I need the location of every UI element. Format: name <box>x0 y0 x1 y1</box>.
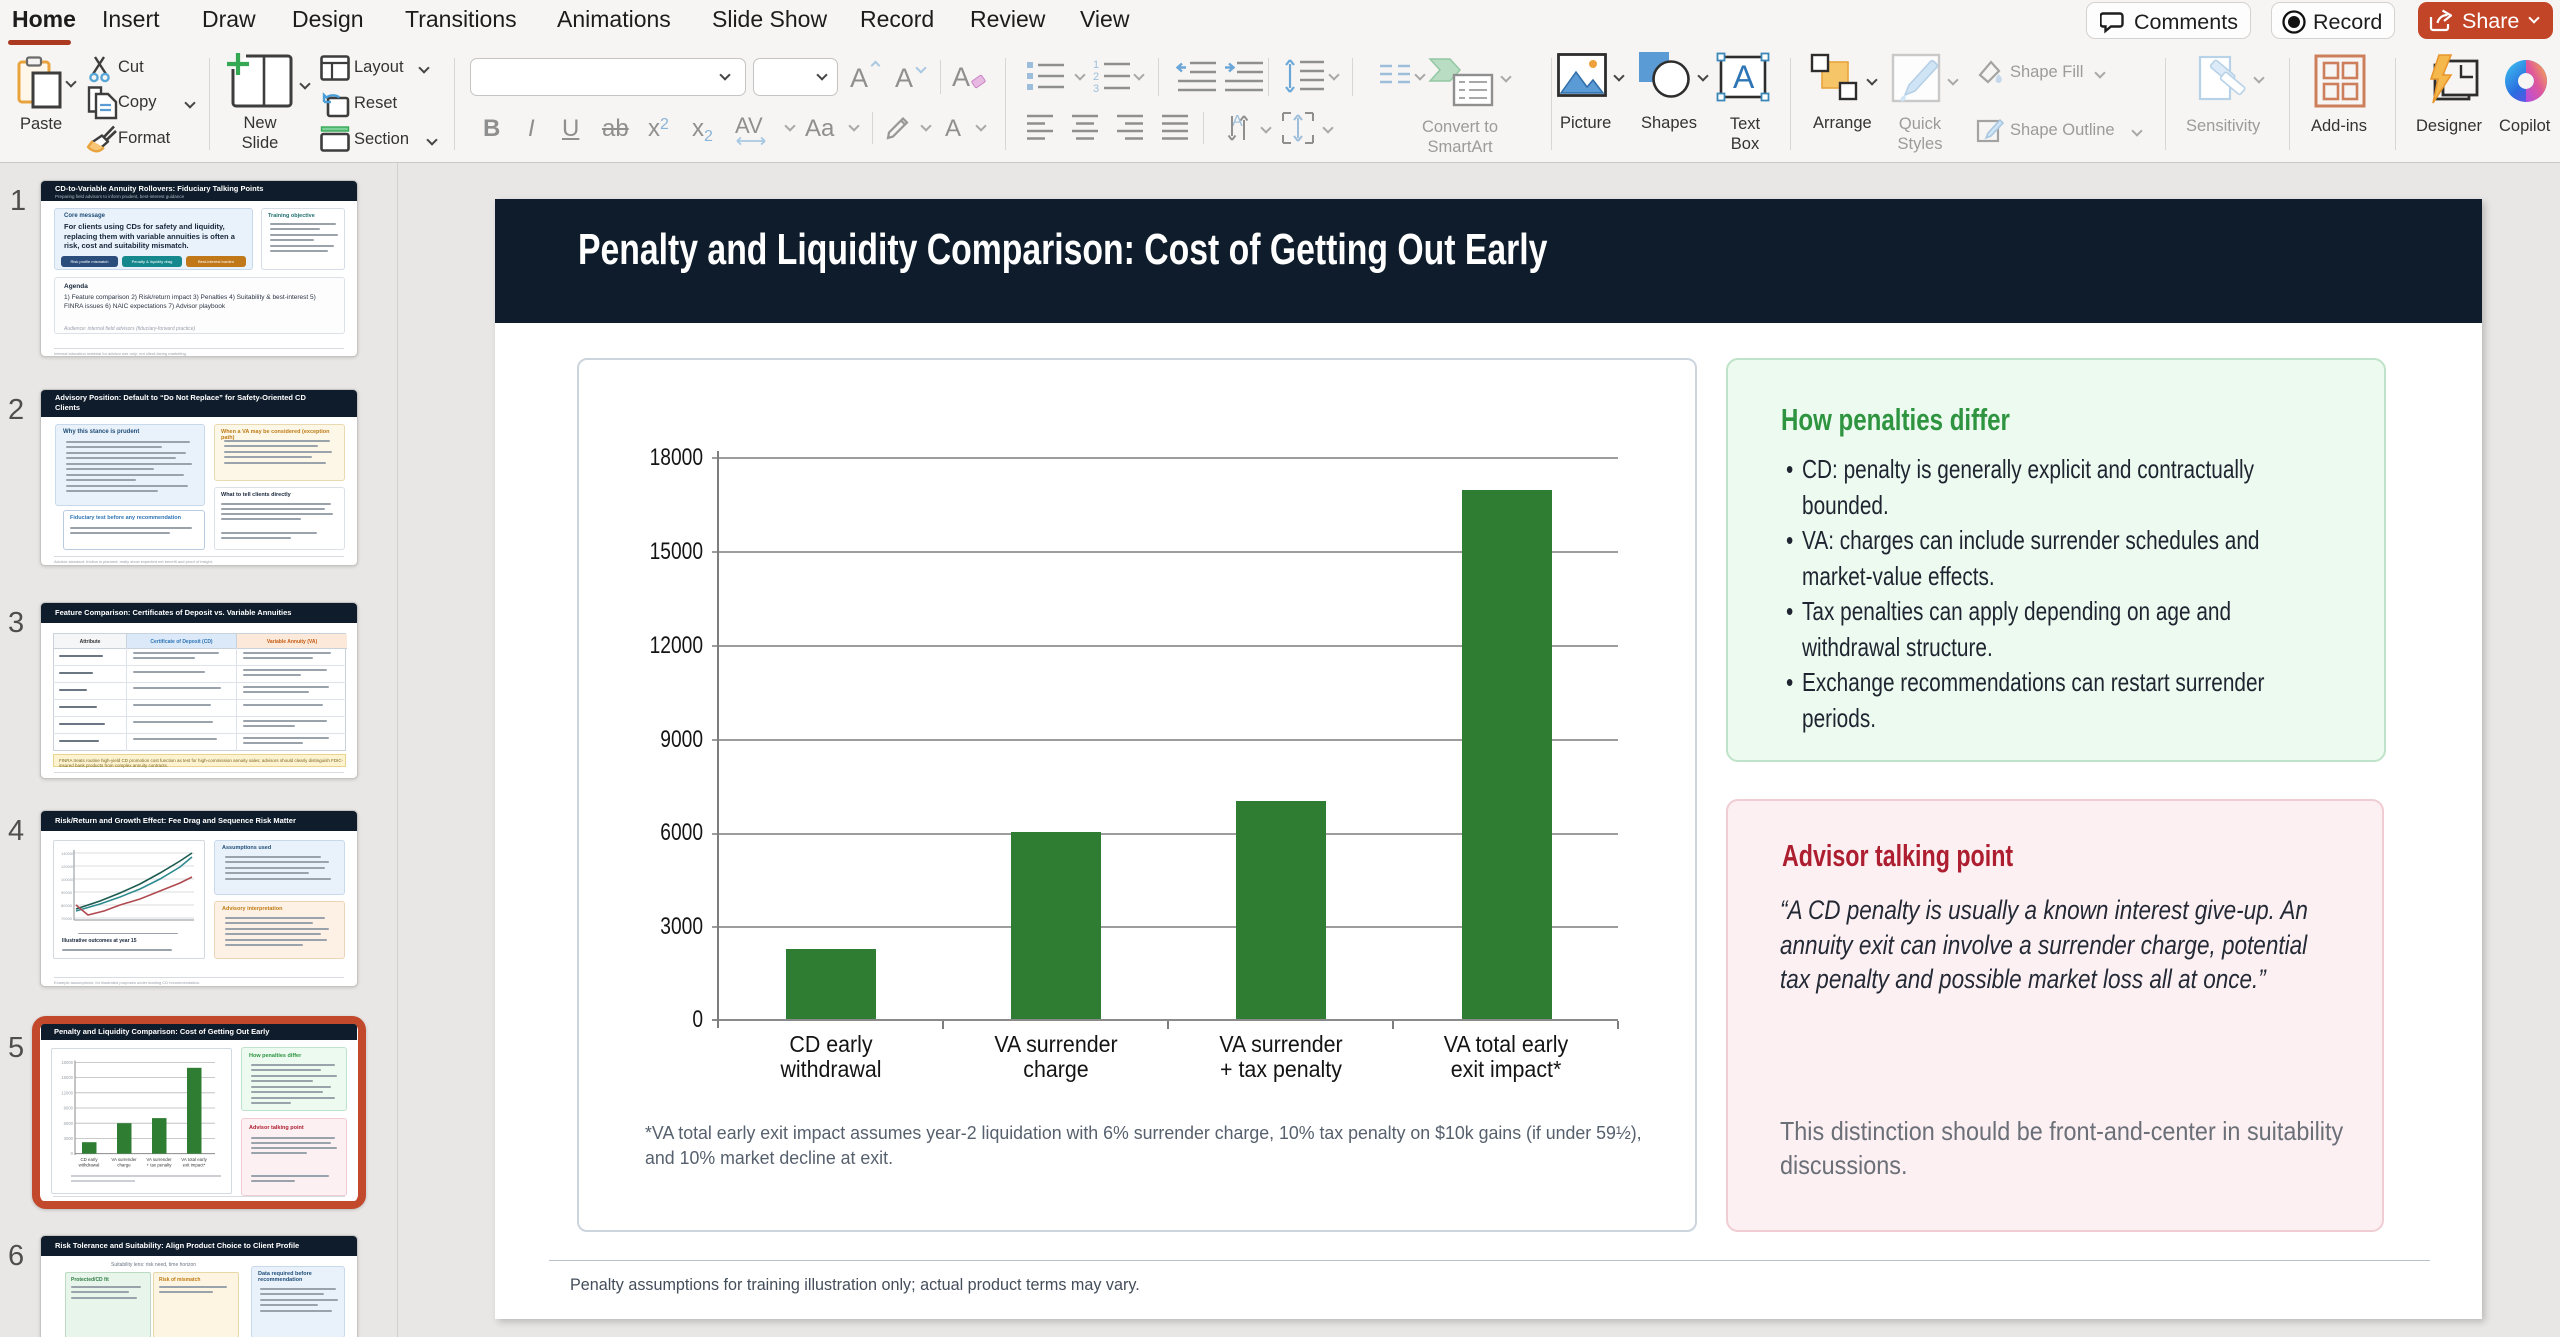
svg-text:3000: 3000 <box>64 1136 74 1141</box>
svg-text:VA surrender: VA surrender <box>111 1157 137 1162</box>
svg-text:VA surrender: VA surrender <box>146 1157 172 1162</box>
svg-text:2: 2 <box>1093 71 1099 83</box>
svg-text:18000: 18000 <box>61 1060 73 1065</box>
svg-text:15000: 15000 <box>61 1075 73 1080</box>
svg-text:CD early: CD early <box>80 1157 98 1162</box>
svg-text:9000: 9000 <box>64 1106 74 1111</box>
svg-text:0: 0 <box>71 1151 74 1156</box>
svg-text:12000: 12000 <box>61 1090 73 1095</box>
svg-text:1: 1 <box>1093 59 1099 71</box>
svg-text:80000: 80000 <box>61 903 73 908</box>
svg-text:A: A <box>1733 59 1755 95</box>
svg-text:A: A <box>1232 113 1243 130</box>
svg-text:90000: 90000 <box>61 890 73 895</box>
svg-text:3: 3 <box>1093 83 1099 94</box>
svg-text:120000: 120000 <box>61 864 75 869</box>
svg-text:+ tax penalty: + tax penalty <box>146 1163 172 1168</box>
svg-text:70000: 70000 <box>61 916 73 921</box>
svg-text:withdrawal: withdrawal <box>79 1163 100 1168</box>
svg-text:100000: 100000 <box>61 877 75 882</box>
svg-text:140000: 140000 <box>61 851 75 856</box>
svg-text:6000: 6000 <box>64 1121 74 1126</box>
svg-text:exit impact*: exit impact* <box>183 1163 206 1168</box>
svg-text:VA total early: VA total early <box>181 1157 207 1162</box>
svg-text:charge: charge <box>117 1163 131 1168</box>
